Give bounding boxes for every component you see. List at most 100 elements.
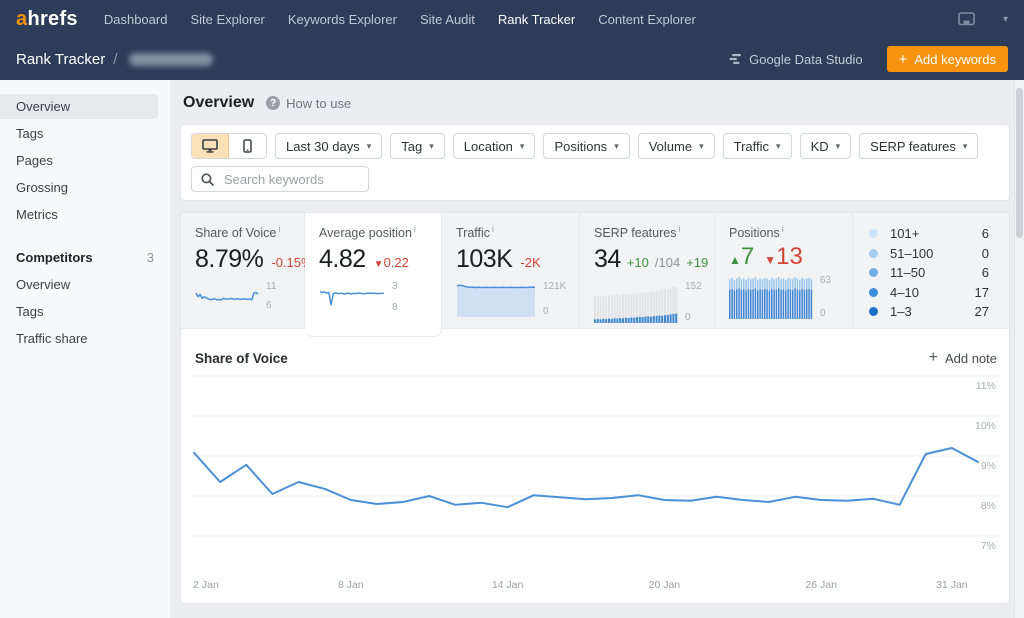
traffic-filter-dropdown[interactable]: Traffic ▾ — [722, 133, 792, 159]
serp-features-sparkline — [594, 286, 678, 324]
sidebar-item-tags[interactable]: Tags — [0, 121, 158, 146]
vertical-scrollbar[interactable] — [1014, 80, 1024, 618]
share-of-voice-card[interactable]: Share of Voice i 8.79% -0.15% 11 6 — [181, 213, 313, 329]
chevron-down-icon: ▾ — [366, 140, 372, 151]
legend-dot — [869, 268, 878, 278]
breadcrumb-separator: / — [113, 50, 118, 68]
svg-text:9%: 9% — [981, 460, 996, 472]
breadcrumb[interactable]: Rank Tracker — [16, 51, 105, 68]
sidebar-item-competitors-overview[interactable]: Overview — [0, 272, 158, 297]
kd-filter-dropdown[interactable]: KD ▾ — [799, 133, 852, 159]
sparkline-axis: 38 — [392, 281, 398, 314]
chat-icon[interactable] — [958, 11, 975, 27]
legend-dot — [869, 248, 878, 258]
traffic-value: 103K — [456, 245, 513, 274]
mobile-toggle-button[interactable] — [229, 134, 266, 158]
average-position-value: 4.82 — [319, 245, 366, 274]
add-keywords-label: Add keywords — [914, 51, 996, 67]
logo-rest: hrefs — [27, 7, 78, 30]
legend-dot — [869, 229, 878, 239]
card-title: Share of Voice i — [195, 224, 281, 241]
google-data-studio-link[interactable]: Google Data Studio — [729, 51, 863, 67]
svg-text:8 Jan: 8 Jan — [338, 579, 364, 591]
date-range-dropdown[interactable]: Last 30 days ▾ — [275, 133, 383, 159]
scrollbar-thumb[interactable] — [1016, 88, 1023, 238]
sidebar-item-overview[interactable]: Overview — [0, 94, 158, 119]
add-keywords-button[interactable]: + Add keywords — [886, 46, 1008, 72]
project-name-blurred[interactable] — [129, 52, 214, 66]
sidebar-item-metrics[interactable]: Metrics — [0, 202, 158, 227]
svg-text:10%: 10% — [975, 420, 996, 432]
legend-row-4-10: 4–10 17 — [869, 283, 989, 303]
page-title: Overview — [183, 94, 255, 111]
info-icon: i — [413, 224, 416, 234]
average-position-delta: ▼0.22 — [373, 255, 409, 271]
sidebar-item-pages[interactable]: Pages — [0, 148, 158, 173]
metric-cards-row: Share of Voice i 8.79% -0.15% 11 6 Average… — [181, 213, 1009, 337]
location-filter-dropdown[interactable]: Location ▾ — [452, 133, 536, 159]
traffic-delta: -2K — [520, 255, 541, 271]
keyword-search — [191, 166, 369, 192]
chevron-down-icon: ▾ — [614, 140, 619, 151]
average-position-sparkline — [319, 290, 385, 306]
traffic-card[interactable]: Traffic i 103K -2K 121K 0 — [442, 213, 580, 329]
tag-filter-dropdown[interactable]: Tag ▾ — [390, 133, 445, 159]
card-title: Positions i — [729, 224, 784, 241]
chevron-down-icon: ▾ — [429, 140, 434, 151]
project-header: Rank Tracker / Google Data Studio + Add … — [0, 38, 1024, 80]
plus-icon: + — [928, 349, 938, 366]
plus-icon: + — [898, 50, 908, 68]
ahrefs-logo[interactable]: ahrefs — [16, 8, 78, 31]
svg-text:11%: 11% — [976, 380, 996, 392]
nav-right: ▾ — [958, 11, 1008, 27]
nav-item-dashboard[interactable]: Dashboard — [104, 12, 168, 27]
nav-item-rank-tracker[interactable]: Rank Tracker — [498, 12, 575, 27]
card-title: Traffic i — [456, 224, 495, 241]
main-nav: Dashboard Site Explorer Keywords Explore… — [104, 12, 696, 27]
search-icon — [201, 172, 214, 186]
traffic-sparkline — [456, 284, 536, 318]
sidebar-item-traffic-share[interactable]: Traffic share — [0, 326, 158, 351]
nav-item-content-explorer[interactable]: Content Explorer — [598, 12, 696, 27]
add-note-label: Add note — [944, 350, 997, 366]
positions-card[interactable]: Positions i ▲7 ▼13 63 0 — [715, 213, 853, 329]
legend-row-51-100: 51–100 0 — [869, 244, 989, 264]
serp-features-card[interactable]: SERP features i 34 +10 /104 +19 152 0 — [580, 213, 715, 329]
search-input[interactable] — [222, 170, 359, 188]
filter-row-bottom — [191, 166, 999, 192]
account-caret-down-icon[interactable]: ▾ — [1003, 14, 1008, 25]
positions-filter-dropdown[interactable]: Positions ▾ — [543, 133, 630, 159]
logo-a: a — [16, 7, 28, 30]
sidebar-item-competitors-tags[interactable]: Tags — [0, 299, 158, 324]
chevron-down-icon: ▾ — [835, 140, 841, 151]
sidebar-item-grossing[interactable]: Grossing — [0, 175, 158, 200]
desktop-toggle-button[interactable] — [192, 134, 229, 158]
how-to-use-link[interactable]: ? How to use — [266, 96, 351, 111]
svg-text:26 Jan: 26 Jan — [805, 579, 837, 591]
nav-item-keywords-explorer[interactable]: Keywords Explorer — [288, 12, 397, 27]
average-position-card[interactable]: Average position i 4.82 ▼0.22 38 — [305, 213, 442, 337]
svg-text:2 Jan: 2 Jan — [193, 579, 219, 591]
legend-dot — [869, 287, 878, 297]
chart-section: Share of Voice + Add note 11% 10% 9% 8% 7% 2 … — [181, 337, 1009, 603]
svg-text:7%: 7% — [981, 540, 996, 552]
chevron-down-icon: ▾ — [699, 140, 704, 151]
chart-title: Share of Voice — [195, 350, 288, 366]
triangle-down-icon: ▼ — [373, 259, 384, 271]
how-to-use-label: How to use — [286, 95, 352, 111]
filter-row-top: Last 30 days ▾ Tag ▾ Location ▾ Positions ▾ … — [191, 133, 999, 159]
content-area: Overview Tags Pages Grossing Metrics Com… — [0, 80, 1024, 618]
sparkline-axis: 121K 0 — [543, 281, 567, 318]
volume-filter-dropdown[interactable]: Volume ▾ — [637, 133, 715, 159]
filters-panel: Last 30 days ▾ Tag ▾ Location ▾ Positions ▾ … — [180, 124, 1010, 201]
positions-sparkline — [729, 277, 813, 320]
add-note-button[interactable]: + Add note — [929, 349, 997, 367]
serp-features-filter-dropdown[interactable]: SERP features ▾ — [859, 133, 979, 159]
nav-item-site-explorer[interactable]: Site Explorer — [190, 12, 264, 27]
google-data-studio-label: Google Data Studio — [749, 51, 863, 67]
competitors-label: Competitors — [16, 250, 93, 265]
main-panel: Overview ? How to use Last 30 days ▾ Tag… — [170, 80, 1024, 618]
nav-item-site-audit[interactable]: Site Audit — [420, 12, 475, 27]
svg-text:31 Jan: 31 Jan — [936, 579, 968, 591]
share-of-voice-chart[interactable]: 11% 10% 9% 8% 7% 2 Jan 8 Jan 14 Jan 20 Jan 26 Jan… — [192, 373, 1000, 595]
